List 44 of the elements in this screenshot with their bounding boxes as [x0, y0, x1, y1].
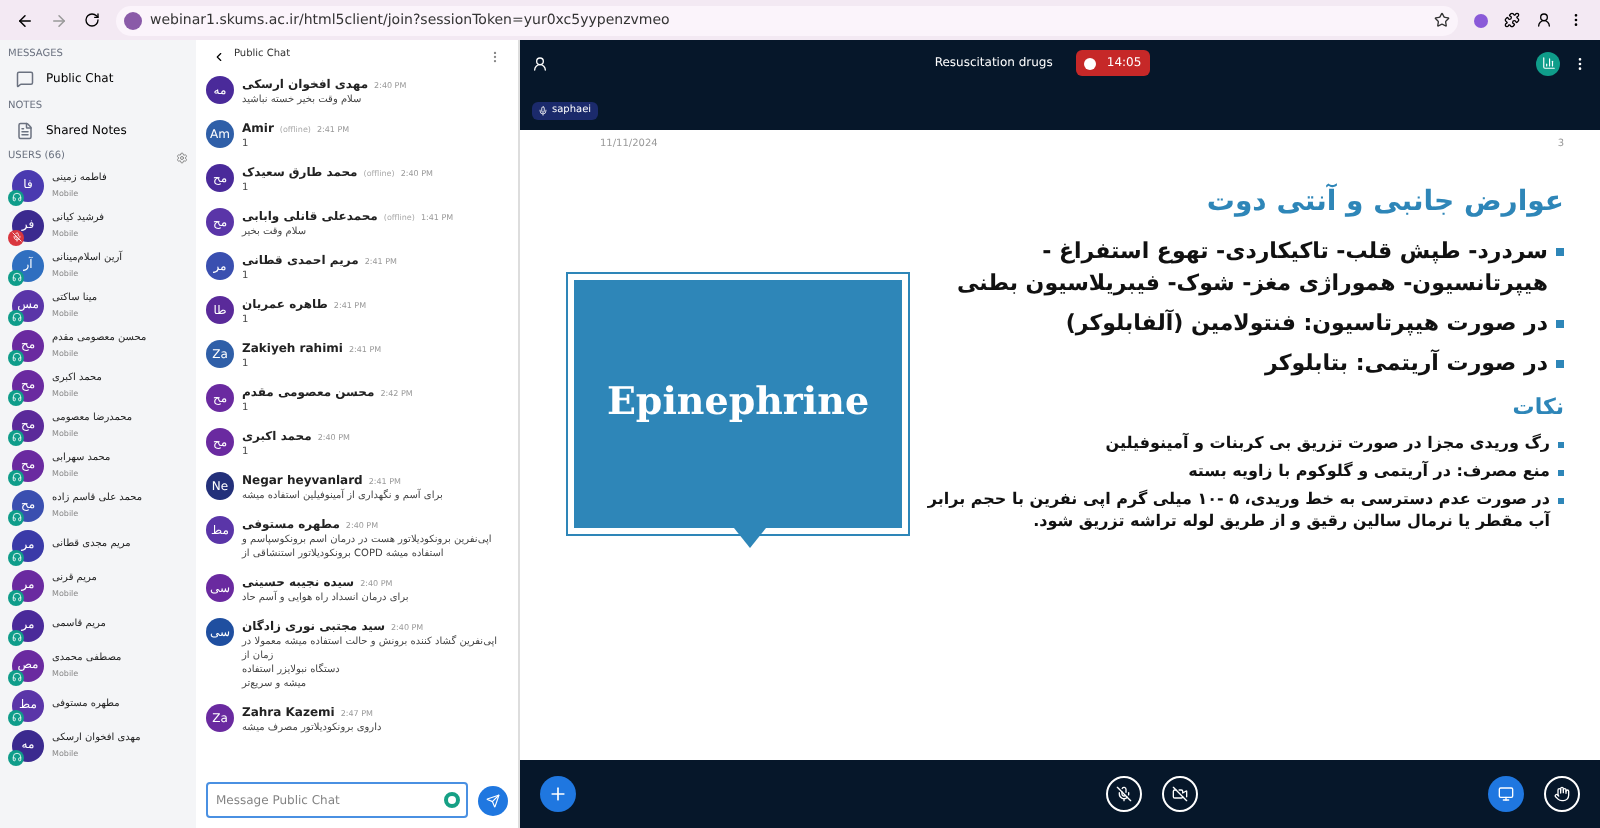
bullet-text: سردرد- طپش قلب- تاکیکاردی- تهوع استفراغ - هیپرتانسیون- هموراژی مغز- شوک- فیبریلاسیون بطنی [955, 235, 1548, 299]
bullet-icon [1556, 359, 1564, 367]
bookmark-star-icon[interactable] [1434, 12, 1450, 28]
chat-icon [16, 70, 34, 88]
screen-icon [1498, 786, 1514, 802]
send-icon [486, 793, 500, 807]
back-icon[interactable] [16, 11, 34, 29]
banner-title: Epinephrine [606, 378, 870, 429]
bullet-icon [1558, 470, 1564, 476]
screen-share-button[interactable] [1488, 776, 1524, 812]
connection-button[interactable] [1536, 51, 1560, 75]
camera-button[interactable] [1162, 776, 1198, 812]
send-button[interactable] [478, 785, 508, 815]
notes-heading: نکات [1510, 391, 1564, 423]
bullet-icon [1558, 498, 1564, 504]
mute-button[interactable] [1106, 776, 1142, 812]
slide-heading: عوارض جانبی و آنتی دوت [1204, 181, 1564, 221]
extension-icon[interactable] [1474, 13, 1488, 27]
reload-icon[interactable] [84, 12, 100, 28]
users-toggle-icon[interactable] [532, 55, 548, 71]
bullet-icon [1556, 247, 1564, 255]
bullet-text: رگ وریدی مجزا در صورت تزریق بی کربنات و آمینوفیلین [1105, 432, 1550, 454]
bullet-icon [1556, 319, 1564, 327]
profile-icon[interactable] [1536, 12, 1552, 28]
mic-icon [538, 106, 548, 116]
mic-off-icon [1116, 786, 1132, 802]
extensions-icon[interactable] [1504, 12, 1520, 28]
back-icon[interactable] [212, 49, 226, 63]
camera-off-icon [1172, 786, 1188, 802]
notes-icon [16, 121, 34, 139]
bullet-text: در صورت هیپرتاسیون: فنتولامین (آلفابلوکر) [1065, 307, 1548, 339]
settings-icon[interactable] [176, 151, 188, 164]
bullet-text: در صورت آریتمی: بتابلوکر [1264, 347, 1548, 379]
hand-icon [1554, 786, 1570, 802]
grammar-icon[interactable] [444, 792, 460, 808]
site-icon [124, 11, 142, 29]
actions-button[interactable] [540, 776, 576, 812]
record-icon [1084, 57, 1097, 69]
raise-hand-button[interactable] [1544, 776, 1580, 812]
bullet-icon [1558, 442, 1564, 448]
bullet-text: در صورت عدم دسترسی به خط وریدی، ۵ -۱۰ میلی گرم اپی نفرین با حجم برابر آب مقطر یا نرمال سالین رقیق و از طریق لوله تراشه تزریق شود. [925, 488, 1550, 532]
bullet-text: منع مصرف: در آریتمی و گلوکوم با زاویه بسته [1188, 460, 1550, 482]
plus-icon [548, 784, 568, 804]
signal-icon [1541, 56, 1555, 70]
